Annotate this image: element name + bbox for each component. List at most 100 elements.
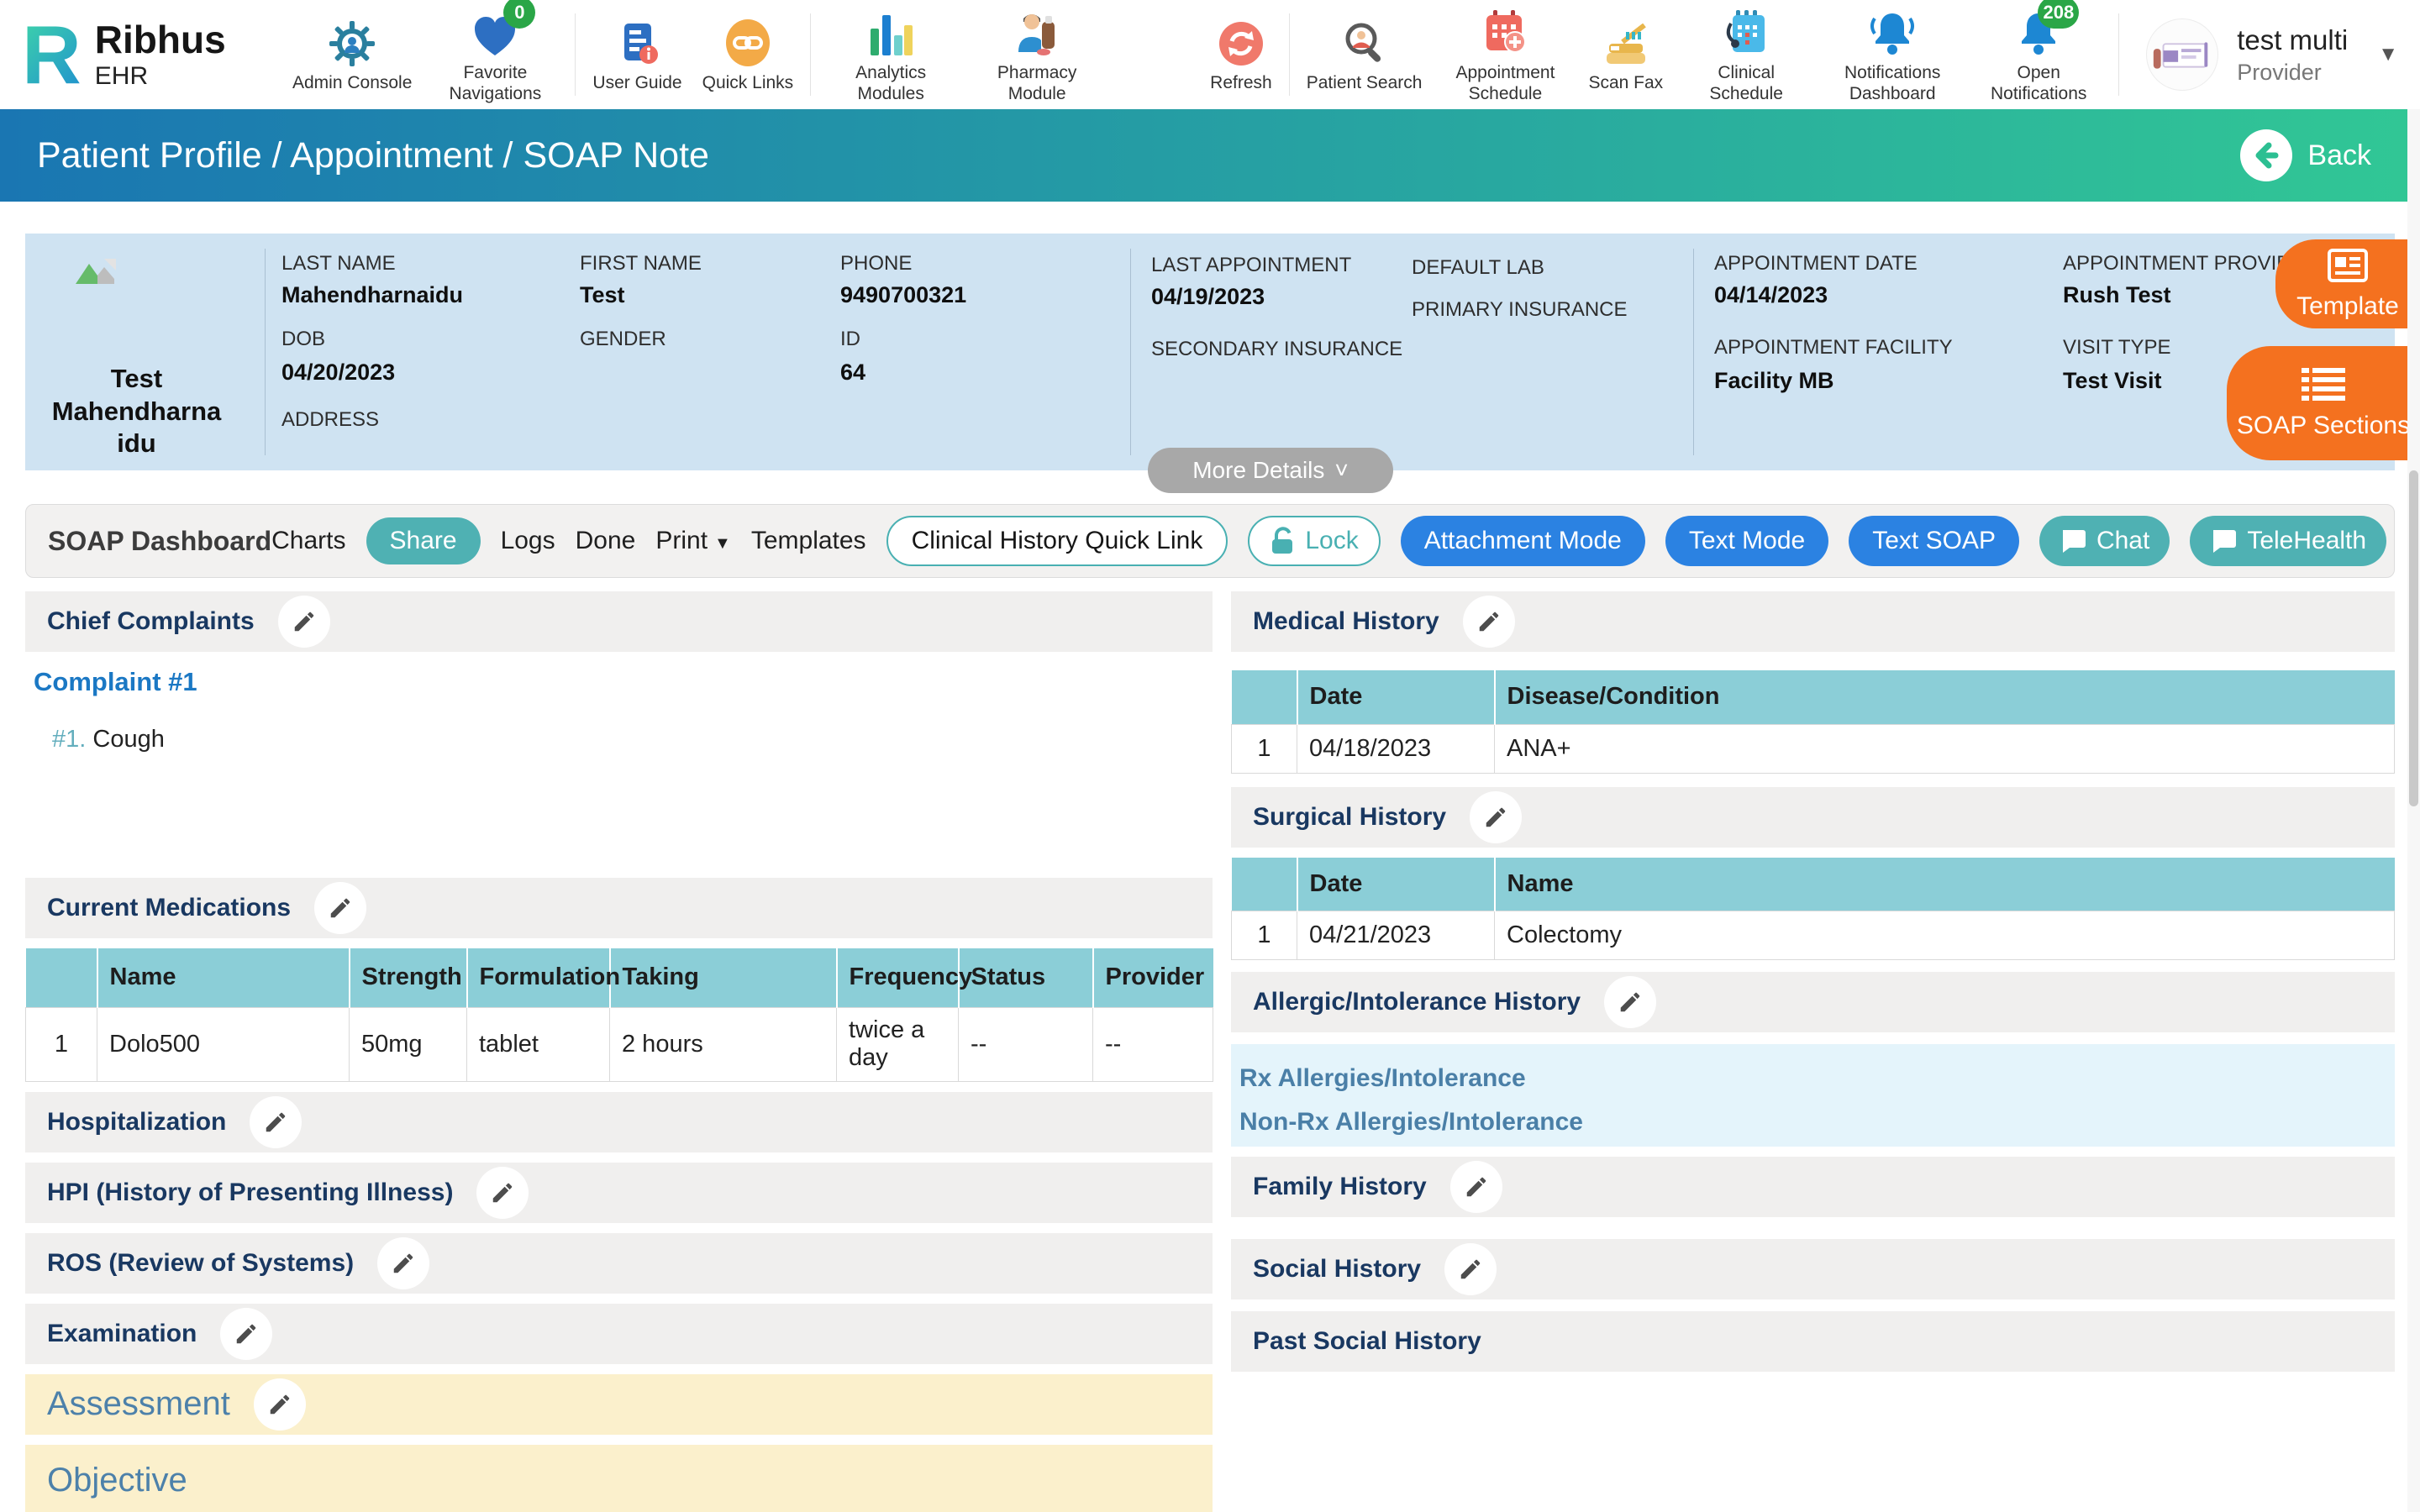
chat-button[interactable]: Chat <box>2039 516 2170 566</box>
edit-pencil-button[interactable] <box>1463 596 1515 648</box>
nav-scan-fax[interactable]: Scan Fax <box>1588 15 1663 93</box>
nav-favorite-navigations[interactable]: 0 Favorite Navigations <box>432 5 558 103</box>
column-header: Disease/Condition <box>1495 670 2395 724</box>
nav-pharmacy-module[interactable]: Pharmacy Module <box>974 5 1100 103</box>
edit-pencil-button[interactable] <box>1470 791 1522 843</box>
edit-pencil-button[interactable] <box>220 1308 272 1360</box>
clinical-history-quick-link-button[interactable]: Clinical History Quick Link <box>886 516 1228 566</box>
toolbar-items: Charts Share Logs Done Print▼ Templates … <box>271 516 2386 566</box>
column-header <box>1232 670 1297 724</box>
edit-pencil-button[interactable] <box>278 596 330 648</box>
refresh-icon <box>1218 15 1265 67</box>
lock-label: Lock <box>1305 527 1358 555</box>
template-button[interactable]: Template <box>2275 239 2420 328</box>
assessment-section-header: Assessment <box>25 1374 1213 1435</box>
patient-summary-panel: Test Mahendharnaidu LAST NAME Mahendharn… <box>25 234 2395 470</box>
edit-pencil-button[interactable] <box>254 1378 306 1431</box>
attachment-mode-button[interactable]: Attachment Mode <box>1401 516 1645 566</box>
section-title: Family History <box>1253 1173 1427 1201</box>
field-value: Test <box>580 282 625 308</box>
share-button[interactable]: Share <box>366 517 481 564</box>
scrollbar-thumb[interactable] <box>2409 470 2418 806</box>
nav-refresh[interactable]: Refresh <box>1210 15 1272 93</box>
column-header: Frequency <box>837 948 959 1007</box>
done-link[interactable]: Done <box>576 527 636 555</box>
edit-pencil-button[interactable] <box>1444 1243 1497 1295</box>
page-title: Patient Profile / Appointment / SOAP Not… <box>37 135 709 176</box>
section-title: Medical History <box>1253 607 1439 636</box>
telehealth-button[interactable]: TeleHealth <box>2190 516 2386 566</box>
book-icon <box>614 15 661 67</box>
edit-pencil-button[interactable] <box>1604 976 1656 1028</box>
text-mode-button[interactable]: Text Mode <box>1665 516 1828 566</box>
column-header: Taking <box>610 948 837 1007</box>
table-cell: twice a day <box>837 1007 959 1081</box>
nav-patient-search[interactable]: Patient Search <box>1307 15 1423 93</box>
non-rx-allergies-link[interactable]: Non-Rx Allergies/Intolerance <box>1239 1108 2395 1137</box>
soap-dashboard-title: SOAP Dashboard <box>48 526 271 557</box>
rx-allergies-link[interactable]: Rx Allergies/Intolerance <box>1239 1064 2395 1093</box>
lock-button[interactable]: Lock <box>1248 516 1380 566</box>
calendar-plus-icon <box>1481 5 1528 57</box>
chief-complaints-body: Complaint #1 #1. Cough <box>25 652 1213 878</box>
quick-link-label: Clinical History Quick Link <box>912 527 1203 555</box>
print-label: Print <box>655 527 708 554</box>
edit-pencil-button[interactable] <box>250 1096 302 1148</box>
favorites-badge: 0 <box>503 0 535 29</box>
column-header: Provider <box>1093 948 1213 1007</box>
soap-sections-button[interactable]: SOAP Sections <box>2227 346 2420 460</box>
nav-label: Appointment Schedule <box>1442 63 1568 103</box>
nav-quick-links[interactable]: Quick Links <box>702 15 794 93</box>
field-value: Test Visit <box>2063 368 2162 394</box>
text-soap-button[interactable]: Text SOAP <box>1849 516 2019 566</box>
field-label: LAST APPOINTMENT <box>1151 254 1351 277</box>
templates-link[interactable]: Templates <box>751 527 866 555</box>
nav-separator <box>575 13 576 96</box>
chevron-down-icon: ˅ <box>1334 457 1348 484</box>
section-title: Allergic/Intolerance History <box>1253 988 1581 1016</box>
table-cell: tablet <box>467 1007 610 1081</box>
edit-pencil-button[interactable] <box>1450 1161 1502 1213</box>
past-social-history-section-header: Past Social History <box>1231 1311 2395 1372</box>
nav-user-guide[interactable]: User Guide <box>592 15 681 93</box>
column-header: Date <box>1297 858 1495 911</box>
complaint-header[interactable]: Complaint #1 <box>34 667 1213 697</box>
edit-pencil-button[interactable] <box>314 882 366 934</box>
complaint-text: Cough <box>92 726 164 753</box>
social-history-section-header: Social History <box>1231 1239 2395 1299</box>
text-mode-label: Text Mode <box>1689 527 1805 555</box>
nav-right-group: Refresh Patient Search <box>1200 5 2398 103</box>
nav-open-notifications[interactable]: 208 Open Notifications <box>1975 5 2102 103</box>
nav-appointment-schedule[interactable]: Appointment Schedule <box>1442 5 1568 103</box>
user-menu[interactable]: test multi Provider ▼ <box>2146 18 2398 91</box>
field-label: ADDRESS <box>281 408 379 432</box>
nav-label: Refresh <box>1210 73 1272 93</box>
top-navbar: R Ribhus EHR Admin Console <box>0 0 2420 109</box>
objective-section-header: Objective <box>25 1445 1213 1512</box>
section-title: Past Social History <box>1253 1327 1481 1356</box>
print-menu[interactable]: Print▼ <box>655 527 730 555</box>
attachment-mode-label: Attachment Mode <box>1424 527 1622 555</box>
table-row: 1 04/21/2023 Colectomy <box>1232 911 2395 960</box>
charts-link[interactable]: Charts <box>271 527 345 555</box>
panel-divider <box>1693 249 1694 455</box>
share-label: Share <box>390 527 457 555</box>
table-cell: Dolo500 <box>97 1007 350 1081</box>
nav-clinical-schedule[interactable]: Clinical Schedule <box>1683 5 1809 103</box>
table-cell: 1 <box>1232 911 1297 960</box>
nav-notifications-dashboard[interactable]: Notifications Dashboard <box>1829 5 1955 103</box>
more-details-button[interactable]: More Details ˅ <box>1148 448 1393 493</box>
soap-content: Chief Complaints Complaint #1 #1. Cough … <box>25 591 2395 1512</box>
edit-pencil-button[interactable] <box>377 1237 429 1289</box>
nav-analytics-modules[interactable]: Analytics Modules <box>828 5 954 103</box>
back-button[interactable]: Back <box>2240 129 2371 181</box>
edit-pencil-button[interactable] <box>476 1167 529 1219</box>
newspaper-icon <box>2327 247 2369 284</box>
field-label: ID <box>840 328 860 351</box>
nav-admin-console[interactable]: Admin Console <box>292 15 412 93</box>
unlock-icon <box>1270 527 1295 555</box>
nav-label: Pharmacy Module <box>974 63 1100 103</box>
chat-icon <box>2060 528 2086 554</box>
app-logo[interactable]: R Ribhus EHR <box>22 13 282 96</box>
logs-link[interactable]: Logs <box>501 527 555 555</box>
